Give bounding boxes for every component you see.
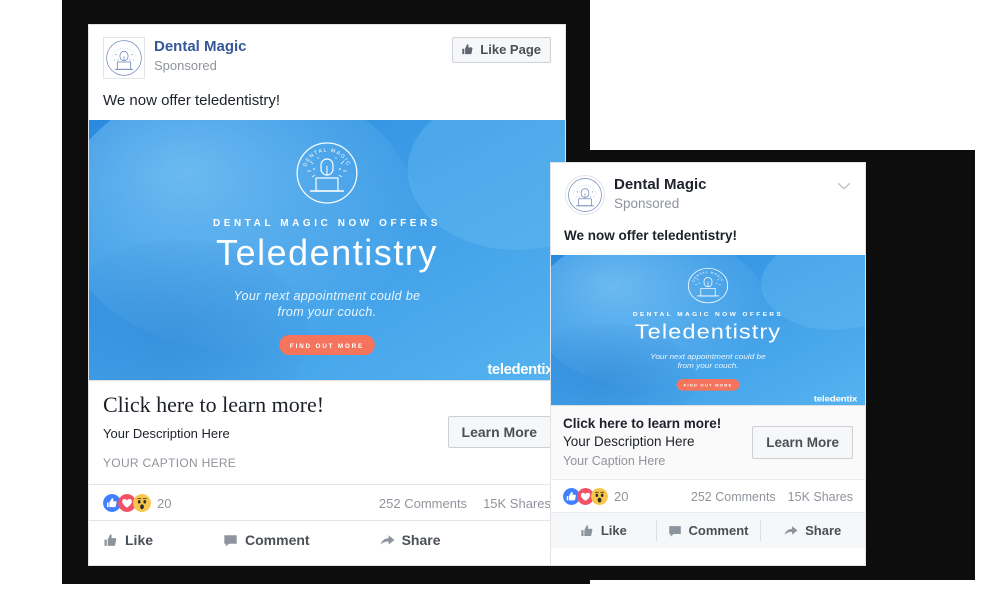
page-identity-mobile: Dental Magic Sponsored <box>614 175 707 212</box>
share-action-label-desktop: Share <box>401 532 441 548</box>
comment-bubble-icon <box>224 534 237 546</box>
reaction-count-mobile: 20 <box>614 489 629 504</box>
svg-text:Teledentistry: Teledentistry <box>635 320 781 343</box>
engagement-bar-desktop: 20 252 Comments 15K Shares <box>89 484 565 520</box>
post-message-desktop: We now offer teledentistry! <box>103 92 281 109</box>
post-header-desktop: Dental Magic Sponsored Like Page <box>89 25 565 79</box>
comment-count-mobile[interactable]: 252 Comments <box>691 490 776 504</box>
ad-creative-desktop[interactable]: DENTAL MAGIC DENTAL MAGIC NOW OFFERS Tel… <box>89 120 565 380</box>
page-avatar-desktop[interactable] <box>103 37 145 79</box>
page-name-desktop[interactable]: Dental Magic <box>154 38 247 56</box>
svg-text:DENTAL MAGIC NOW OFFERS: DENTAL MAGIC NOW OFFERS <box>633 311 783 318</box>
sponsored-label-desktop: Sponsored <box>154 58 217 73</box>
dental-magic-logo-icon <box>568 178 602 212</box>
creative-eyebrow: DENTAL MAGIC NOW OFFERS <box>213 218 441 229</box>
share-count-mobile[interactable]: 15K Shares <box>788 490 853 504</box>
creative-cta-label: FIND OUT MORE <box>290 343 364 350</box>
page-identity-desktop: Dental Magic Sponsored <box>154 37 247 74</box>
facebook-post-card-mobile: Dental Magic Sponsored We now offer tele… <box>550 162 866 566</box>
ad-creative-mobile[interactable]: DENTAL MAGIC DENTAL MAGIC NOW OFFERS Tel… <box>551 255 865 405</box>
svg-text:Your next appointment could be: Your next appointment could be <box>650 352 765 360</box>
page-name-mobile[interactable]: Dental Magic <box>614 176 707 194</box>
link-description-mobile: Your Description Here <box>563 434 695 449</box>
like-action-label-mobile: Like <box>600 523 627 538</box>
share-arrow-icon <box>380 534 395 545</box>
link-description-desktop: Your Description Here <box>103 426 230 441</box>
svg-text:teledentix: teledentix <box>814 394 858 403</box>
engagement-counts-mobile: 252 Comments 15K Shares <box>691 490 853 504</box>
teledentistry-creative-image: DENTAL MAGIC DENTAL MAGIC NOW OFFERS Tel… <box>89 120 565 380</box>
svg-text:FIND OUT MORE: FIND OUT MORE <box>684 383 733 388</box>
share-action-label-mobile: Share <box>805 523 842 538</box>
comment-action-label-mobile: Comment <box>688 523 749 538</box>
link-text-block-desktop: Click here to learn more! Your Descripti… <box>103 392 436 471</box>
like-action-mobile[interactable]: Like <box>551 513 656 548</box>
link-title-mobile[interactable]: Click here to learn more! <box>563 415 740 432</box>
action-bar-desktop: Like Comment Share <box>89 520 565 559</box>
screenshot-stage: Dental Magic Sponsored Like Page We now … <box>0 0 1002 600</box>
creative-subhead-2: from your couch. <box>277 305 376 319</box>
post-message-mobile: We now offer teledentistry! <box>564 228 738 243</box>
reaction-wow-icon <box>591 488 608 505</box>
teledentistry-creative-image: DENTAL MAGIC DENTAL MAGIC NOW OFFERS Tel… <box>551 255 865 405</box>
thumbs-up-icon <box>462 44 473 55</box>
action-bar-mobile: Like Comment Share <box>551 512 865 548</box>
comment-bubble-icon <box>668 525 681 537</box>
link-text-block-mobile: Click here to learn more! Your Descripti… <box>563 415 740 469</box>
svg-text:from your couch.: from your couch. <box>677 362 738 370</box>
reaction-icons-mobile[interactable]: 20 <box>563 488 628 505</box>
sponsored-label-mobile: Sponsored <box>614 196 680 211</box>
reaction-icons-desktop[interactable]: 20 <box>103 494 171 512</box>
like-action-desktop[interactable]: Like <box>89 525 167 555</box>
reaction-count-desktop: 20 <box>157 495 172 511</box>
link-attachment-mobile[interactable]: Click here to learn more! Your Descripti… <box>551 405 865 479</box>
comment-action-mobile[interactable]: Comment <box>655 513 761 548</box>
like-page-label: Like Page <box>480 42 541 57</box>
learn-more-button-desktop[interactable]: Learn More <box>447 415 551 448</box>
share-count-desktop[interactable]: 15K Shares <box>483 496 551 511</box>
comment-action-label-desktop: Comment <box>245 532 310 548</box>
comment-count-desktop[interactable]: 252 Comments <box>379 496 467 511</box>
chevron-down-icon[interactable] <box>835 177 853 195</box>
link-caption-desktop: YOUR CAPTION HERE <box>103 456 237 470</box>
link-title-desktop[interactable]: Click here to learn more! <box>103 392 436 418</box>
share-arrow-icon <box>784 525 798 535</box>
dental-magic-logo-icon <box>106 40 142 76</box>
like-page-button[interactable]: Like Page <box>452 37 551 63</box>
creative-headline: Teledentistry <box>216 232 438 273</box>
share-action-desktop[interactable]: Share <box>366 525 455 555</box>
link-caption-mobile: Your Caption Here <box>563 454 666 468</box>
post-header-mobile: Dental Magic Sponsored <box>551 163 865 215</box>
facebook-post-card-desktop: Dental Magic Sponsored Like Page We now … <box>88 24 566 566</box>
share-action-mobile[interactable]: Share <box>760 513 865 548</box>
comment-action-desktop[interactable]: Comment <box>209 525 324 555</box>
thumbs-up-icon <box>581 524 593 536</box>
reaction-wow-icon <box>133 494 151 512</box>
creative-watermark: teledentix <box>487 361 554 378</box>
creative-subhead-1: Your next appointment could be <box>234 289 421 303</box>
engagement-bar-mobile: 20 252 Comments 15K Shares <box>551 479 865 512</box>
learn-more-button-mobile[interactable]: Learn More <box>752 425 853 459</box>
page-avatar-mobile[interactable] <box>565 175 605 215</box>
thumbs-up-icon <box>104 533 117 546</box>
engagement-counts-desktop: 252 Comments 15K Shares <box>379 496 551 511</box>
like-action-label-desktop: Like <box>125 532 154 548</box>
link-attachment-desktop[interactable]: Click here to learn more! Your Descripti… <box>89 380 565 484</box>
